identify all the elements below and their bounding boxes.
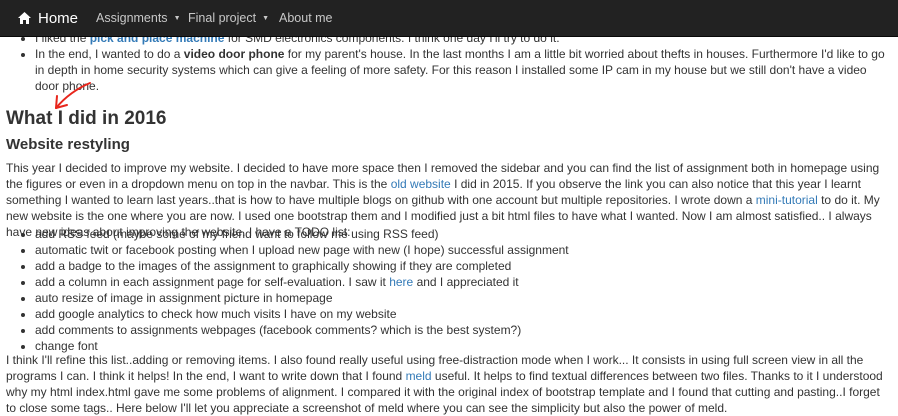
here-link[interactable]: here	[389, 275, 413, 289]
top-content: I liked the pick and place machine for S…	[6, 30, 891, 94]
nav-assignments-dropdown[interactable]: Assignments ▼	[96, 0, 181, 36]
list-item: automatic twit or facebook posting when …	[35, 242, 898, 258]
list-item: add a badge to the images of the assignm…	[35, 258, 898, 274]
video-door-phone-bold: video door phone	[183, 47, 285, 61]
nav-assignments-label: Assignments	[96, 11, 168, 25]
paragraph-meld: I think I'll refine this list..adding or…	[6, 352, 891, 416]
list-item: auto resize of image in assignment pictu…	[35, 290, 898, 306]
list-item-text: and I appreciated it	[413, 275, 519, 289]
previous-ideas-list: I liked the pick and place machine for S…	[6, 30, 891, 94]
todo-list: add RSS feed (maybe some of my friend wa…	[6, 226, 898, 354]
mini-tutorial-link[interactable]: mini-tutorial	[756, 193, 818, 207]
caret-down-icon: ▼	[173, 14, 181, 22]
list-item: add a column in each assignment page for…	[35, 274, 898, 290]
list-item: add google analytics to check how much v…	[35, 306, 898, 322]
nav-final-project-dropdown[interactable]: Final project ▼	[188, 0, 269, 36]
nav-about-me-link[interactable]: About me	[279, 0, 333, 36]
old-website-link[interactable]: old website	[391, 177, 451, 191]
nav-final-project-label: Final project	[188, 11, 257, 25]
list-item-text: add a column in each assignment page for…	[35, 275, 390, 289]
home-brand-link[interactable]: Home	[17, 0, 78, 36]
list-item-text: In the end, I wanted to do a	[35, 47, 184, 61]
navbar: Home Assignments ▼ Final project ▼ About…	[0, 0, 898, 37]
section-heading-website-restyling: Website restyling	[6, 136, 130, 153]
brand-label: Home	[38, 9, 79, 27]
nav-about-me-label: About me	[279, 11, 333, 25]
home-icon	[18, 12, 31, 24]
list-item: add comments to assignments webpages (fa…	[35, 322, 898, 338]
list-item: add RSS feed (maybe some of my friend wa…	[35, 226, 898, 242]
caret-down-icon: ▼	[262, 14, 270, 22]
meld-link[interactable]: meld	[406, 369, 432, 383]
list-item: In the end, I wanted to do a video door …	[35, 46, 891, 94]
page-heading-2016: What I did in 2016	[6, 108, 167, 129]
